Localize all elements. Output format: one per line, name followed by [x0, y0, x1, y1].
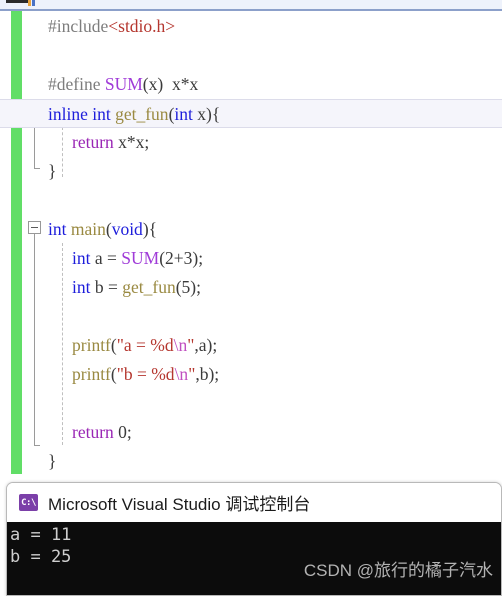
token-macro-call-sum: SUM [121, 248, 160, 268]
code-line-return-zero[interactable]: return 0; [0, 418, 502, 447]
token-param-x: x [197, 104, 206, 124]
token-paren-close-2: ); [190, 277, 201, 297]
code-line-printf-b[interactable]: printf("b = %d\n",b); [0, 360, 502, 389]
console-output-line-2: b = 25 [10, 547, 72, 567]
code-line-blank-1[interactable] [0, 41, 502, 70]
token-semicolon-2: ; [126, 422, 132, 442]
token-fn-get-fun: get_fun [115, 104, 169, 124]
console-output-area[interactable]: a = 11 b = 25 CSDN @旅行的橘子汽水 [7, 522, 501, 595]
token-semicolon-1: ; [144, 132, 150, 152]
token-brace-open-1: ){ [206, 104, 221, 124]
token-var-a: a [94, 248, 103, 268]
code-line-decl-b[interactable]: int b = get_fun(5); [0, 273, 502, 302]
token-kw-int-3: int [48, 219, 67, 239]
console-output-line-1: a = 11 [10, 525, 72, 545]
token-kw-return-2: return [72, 422, 114, 442]
code-line-include[interactable]: #include<stdio.h> [0, 12, 502, 41]
token-brace-open-2: ){ [142, 219, 158, 239]
token-lit-five: 5 [181, 277, 191, 297]
token-escape-n-1: \n [173, 335, 188, 355]
csdn-watermark: CSDN @旅行的橘子汽水 [303, 561, 493, 580]
token-brace-close-2: } [48, 451, 57, 471]
code-line-get-fun-signature[interactable]: inline int get_fun(int x){ [0, 99, 502, 128]
token-var-b: b [94, 277, 104, 297]
token-lit-zero: 0 [118, 422, 127, 442]
code-line-blank-3[interactable] [0, 302, 502, 331]
token-fn-call-get-fun: get_fun [122, 277, 176, 297]
token-string-a: "a = %d [116, 335, 174, 355]
token-arg-a: a [198, 335, 207, 355]
token-kw-int-5: int [72, 277, 91, 297]
code-line-define[interactable]: #define SUM(x) x*x [0, 70, 502, 99]
token-macro-body: x*x [171, 74, 199, 94]
code-line-printf-a[interactable]: printf("a = %d\n",a); [0, 331, 502, 360]
token-macro-params: (x) [142, 74, 164, 94]
token-expr-xx: x*x [118, 132, 145, 152]
tab-accent-blue-icon [32, 0, 35, 6]
token-fn-main: main [70, 219, 106, 239]
console-title: Microsoft Visual Studio 调试控制台 [48, 495, 311, 514]
code-text-area[interactable]: #include<stdio.h> #define SUM(x) x*x inl… [0, 11, 502, 474]
code-line-get-fun-close[interactable]: } [0, 157, 502, 186]
token-kw-int-4: int [72, 248, 91, 268]
token-kw-int-2: int [174, 104, 193, 124]
code-line-blank-2[interactable] [0, 186, 502, 215]
token-kw-int-1: int [92, 104, 111, 124]
token-define-directive: #define [48, 74, 101, 94]
code-editor[interactable]: #include<stdio.h> #define SUM(x) x*x inl… [0, 11, 502, 477]
code-line-main-signature[interactable]: int main(void){ [0, 215, 502, 244]
token-paren-close-3: ); [206, 335, 218, 355]
token-kw-inline: inline [48, 104, 88, 124]
cmd-icon: C:\ [19, 494, 38, 511]
token-paren-close-4: ); [208, 364, 220, 384]
token-macro-name: SUM [104, 74, 143, 94]
token-include-header: <stdio.h> [108, 16, 176, 36]
token-paren-close-1: ); [192, 248, 204, 268]
token-space-2 [163, 74, 172, 94]
code-line-decl-a[interactable]: int a = SUM(2+3); [0, 244, 502, 273]
console-titlebar[interactable]: C:\ Microsoft Visual Studio 调试控制台 [7, 483, 501, 522]
token-assign-2: = [103, 277, 123, 297]
token-include-directive: #include [48, 16, 109, 36]
editor-top-strip [0, 0, 502, 11]
token-fn-printf-2: printf [72, 364, 111, 384]
code-line-blank-4[interactable] [0, 389, 502, 418]
token-brace-close-1: } [48, 161, 57, 181]
tab-accent-orange-icon [28, 0, 31, 6]
token-expr-2plus3: 2+3 [165, 248, 193, 268]
token-kw-void: void [111, 219, 143, 239]
token-assign-1: = [102, 248, 122, 268]
token-kw-return-1: return [72, 132, 114, 152]
debug-console-window[interactable]: C:\ Microsoft Visual Studio 调试控制台 a = 11… [6, 482, 502, 596]
token-string-b: "b = %d [116, 364, 175, 384]
code-line-main-close[interactable]: } [0, 447, 502, 476]
code-line-return-xx[interactable]: return x*x; [0, 128, 502, 157]
token-escape-n-2: \n [174, 364, 189, 384]
token-fn-printf-1: printf [72, 335, 111, 355]
tab-fragment [6, 0, 28, 3]
